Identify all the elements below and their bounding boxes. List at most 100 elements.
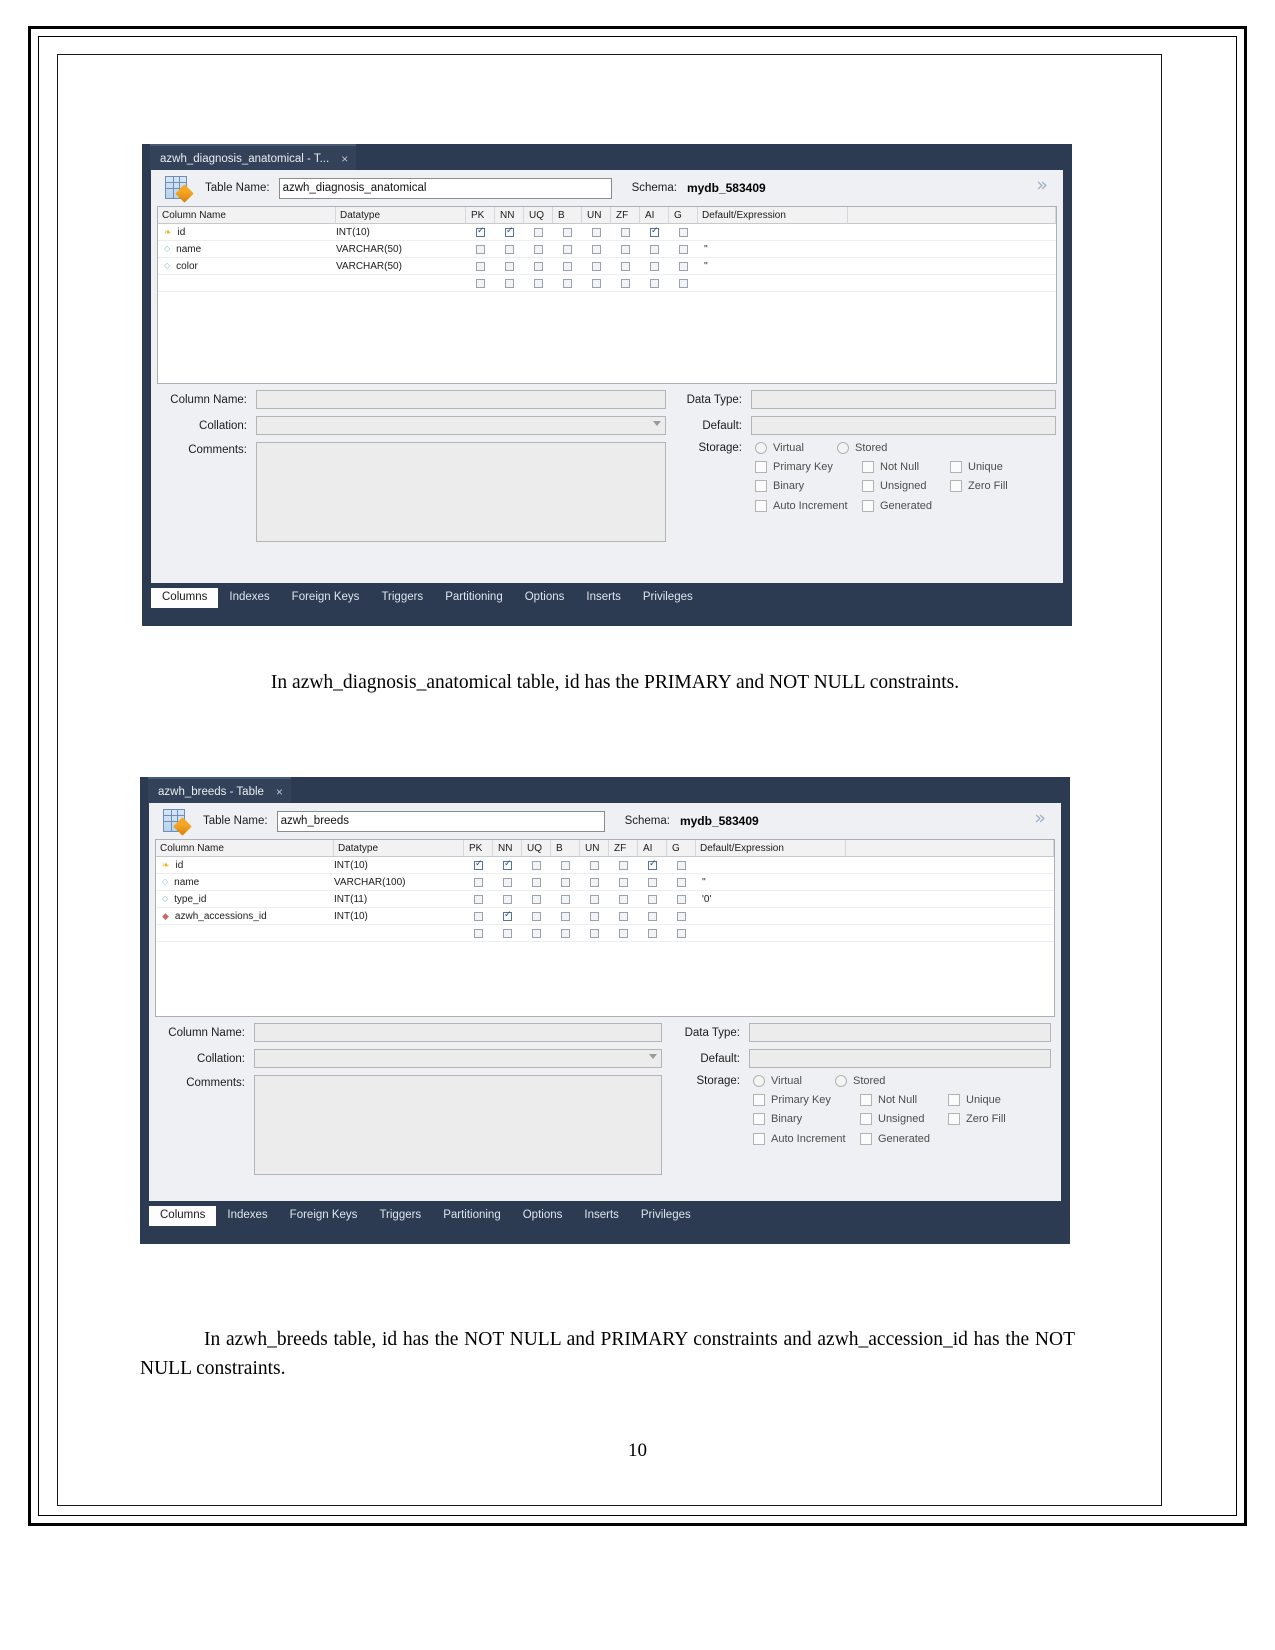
unsigned-checkbox[interactable]: Unsigned [862, 480, 950, 492]
cell-column-name[interactable]: ◆ azwh_accessions_id [156, 908, 334, 924]
cell-b[interactable] [551, 908, 580, 924]
cell-nn[interactable] [495, 275, 524, 291]
bottom-tab-indexes[interactable]: Indexes [216, 1206, 278, 1226]
cell-ai[interactable] [638, 891, 667, 907]
bottom-tab-options[interactable]: Options [514, 588, 576, 608]
un-checkbox-icon[interactable] [590, 877, 599, 887]
zero-fill-checkbox[interactable]: Zero Fill [950, 480, 1008, 492]
auto-increment-checkbox[interactable]: Auto Increment [755, 500, 862, 512]
uq-checkbox-icon[interactable] [532, 877, 541, 887]
ai-checkbox-icon[interactable] [650, 226, 659, 237]
zf-checkbox-icon[interactable] [619, 877, 628, 887]
uq-checkbox-icon[interactable] [534, 278, 543, 288]
cell-default[interactable]: '' [696, 874, 846, 890]
cell-nn[interactable] [493, 925, 522, 941]
bottom-tab-inserts[interactable]: Inserts [575, 588, 632, 608]
cell-datatype[interactable]: INT(10) [334, 857, 464, 873]
cell-b[interactable] [553, 241, 582, 257]
ai-checkbox-icon[interactable] [648, 877, 657, 887]
cell-column-name[interactable]: ◇ name [156, 874, 334, 890]
cell-un[interactable] [580, 891, 609, 907]
cell-uq[interactable] [524, 275, 553, 291]
nn-checkbox-icon[interactable] [505, 226, 514, 237]
cell-un[interactable] [582, 241, 611, 257]
ai-checkbox-icon[interactable] [650, 278, 659, 288]
cell-g[interactable] [669, 275, 698, 291]
column-name-input[interactable] [254, 1023, 662, 1042]
cell-default[interactable] [696, 908, 846, 924]
cell-datatype[interactable]: INT(10) [336, 224, 466, 240]
uq-checkbox-icon[interactable] [534, 227, 543, 237]
storage-stored-radio[interactable]: Stored [835, 1075, 917, 1087]
b-checkbox-icon[interactable] [563, 244, 572, 254]
un-checkbox-icon[interactable] [592, 261, 601, 271]
cell-uq[interactable] [522, 891, 551, 907]
editor-tab-diagnosis[interactable]: azwh_diagnosis_anatomical - T... × [150, 144, 357, 172]
nn-checkbox-icon[interactable] [503, 859, 512, 870]
nn-checkbox-icon[interactable] [503, 877, 512, 887]
storage-virtual-radio[interactable]: Virtual [753, 1075, 835, 1087]
g-checkbox-icon[interactable] [677, 877, 686, 887]
bottom-tab-foreign-keys[interactable]: Foreign Keys [279, 1206, 369, 1226]
close-icon[interactable]: × [276, 786, 283, 798]
cell-g[interactable] [669, 224, 698, 240]
cell-g[interactable] [667, 908, 696, 924]
cell-un[interactable] [580, 874, 609, 890]
cell-b[interactable] [551, 857, 580, 873]
ai-checkbox-icon[interactable] [648, 911, 657, 921]
cell-default[interactable] [698, 275, 848, 291]
un-checkbox-icon[interactable] [592, 278, 601, 288]
b-checkbox-icon[interactable] [561, 928, 570, 938]
not-null-checkbox[interactable]: Not Null [862, 461, 950, 473]
g-checkbox-icon[interactable] [679, 261, 688, 271]
pk-checkbox-icon[interactable] [474, 928, 483, 938]
nn-checkbox-icon[interactable] [503, 928, 512, 938]
collation-select[interactable] [254, 1049, 662, 1068]
cell-uq[interactable] [522, 857, 551, 873]
cell-ai[interactable] [638, 908, 667, 924]
un-checkbox-icon[interactable] [592, 227, 601, 237]
cell-ai[interactable] [638, 857, 667, 873]
cell-zf[interactable] [609, 891, 638, 907]
storage-stored-radio[interactable]: Stored [837, 442, 919, 454]
cell-default[interactable] [696, 925, 846, 941]
storage-virtual-radio[interactable]: Virtual [755, 442, 837, 454]
cell-nn[interactable] [493, 857, 522, 873]
pk-checkbox-icon[interactable] [476, 226, 485, 237]
nn-checkbox-icon[interactable] [503, 894, 512, 904]
cell-zf[interactable] [609, 908, 638, 924]
bottom-tab-options[interactable]: Options [512, 1206, 574, 1226]
g-checkbox-icon[interactable] [679, 227, 688, 237]
cell-nn[interactable] [493, 874, 522, 890]
comments-textarea[interactable] [254, 1075, 662, 1175]
cell-b[interactable] [553, 258, 582, 274]
cell-nn[interactable] [493, 891, 522, 907]
primary-key-checkbox[interactable]: Primary Key [753, 1094, 860, 1106]
cell-column-name[interactable] [158, 275, 336, 291]
zf-checkbox-icon[interactable] [621, 278, 630, 288]
cell-ai[interactable] [640, 275, 669, 291]
uq-checkbox-icon[interactable] [532, 911, 541, 921]
unsigned-checkbox[interactable]: Unsigned [860, 1113, 948, 1125]
nn-checkbox-icon[interactable] [505, 244, 514, 254]
cell-zf[interactable] [611, 275, 640, 291]
bottom-tab-partitioning[interactable]: Partitioning [432, 1206, 512, 1226]
pk-checkbox-icon[interactable] [474, 859, 483, 870]
cell-b[interactable] [551, 891, 580, 907]
table-row[interactable]: ◇ name VARCHAR(50) '' [158, 241, 1056, 258]
default-input[interactable] [751, 416, 1056, 435]
zf-checkbox-icon[interactable] [619, 911, 628, 921]
cell-default[interactable]: '' [698, 258, 848, 274]
cell-ai[interactable] [640, 224, 669, 240]
cell-uq[interactable] [524, 258, 553, 274]
un-checkbox-icon[interactable] [590, 911, 599, 921]
comments-textarea[interactable] [256, 442, 666, 542]
pk-checkbox-icon[interactable] [476, 244, 485, 254]
cell-zf[interactable] [609, 874, 638, 890]
g-checkbox-icon[interactable] [677, 928, 686, 938]
binary-checkbox[interactable]: Binary [755, 480, 862, 492]
generated-checkbox[interactable]: Generated [862, 500, 932, 512]
bottom-tab-triggers[interactable]: Triggers [370, 588, 434, 608]
cell-ai[interactable] [638, 925, 667, 941]
primary-key-checkbox[interactable]: Primary Key [755, 461, 862, 473]
